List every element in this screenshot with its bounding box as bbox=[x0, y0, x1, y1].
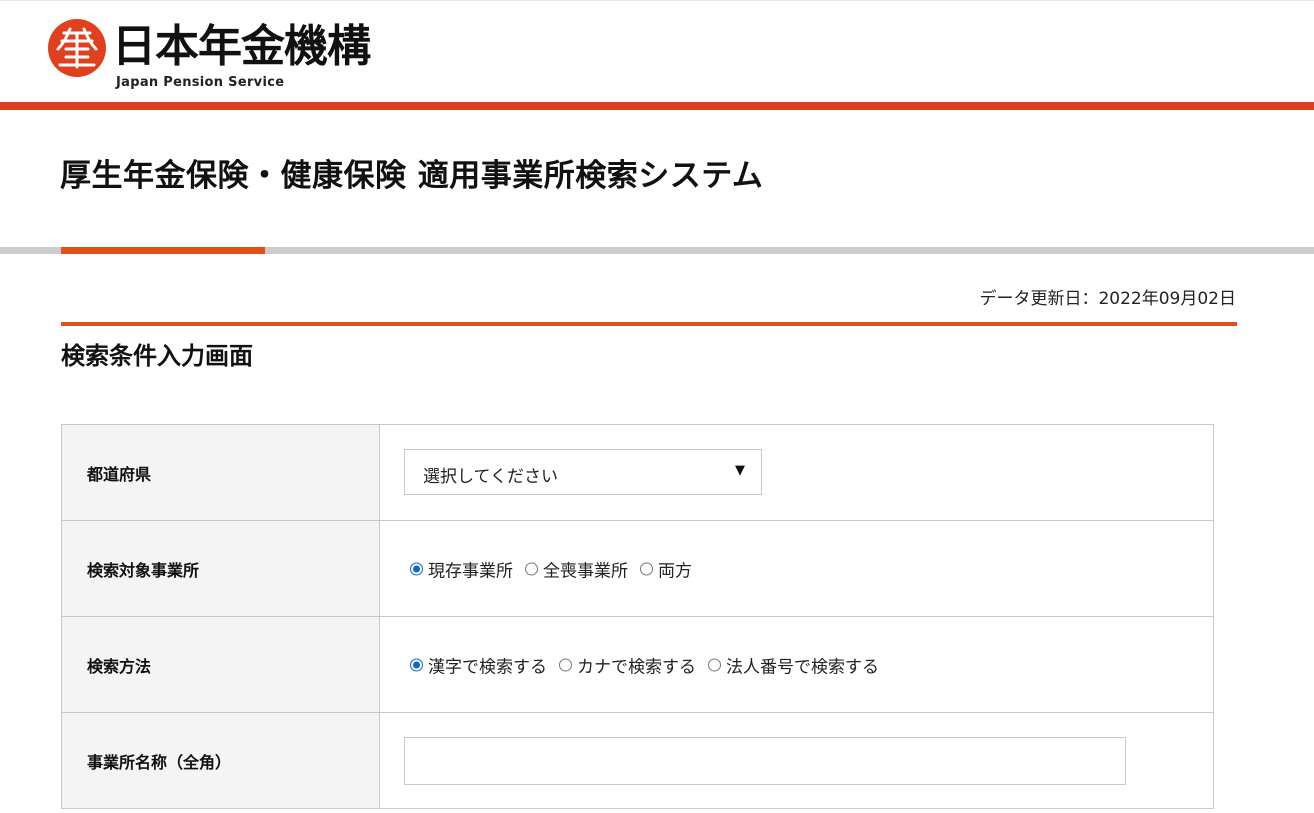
office-name-field-cell bbox=[380, 713, 1213, 808]
radio-button[interactable] bbox=[559, 658, 572, 671]
prefecture-label-cell: 都道府県 bbox=[62, 425, 380, 520]
target-radio-group: 現存事業所 全喪事業所 両方 bbox=[410, 556, 704, 581]
method-radio-group: 漢字で検索する カナで検索する 法人番号で検索する bbox=[410, 652, 891, 677]
prefecture-label: 都道府県 bbox=[87, 464, 152, 484]
method-field-cell: 漢字で検索する カナで検索する 法人番号で検索する bbox=[380, 617, 1213, 712]
office-name-input[interactable] bbox=[404, 737, 1126, 785]
data-update-date: データ更新日：2022年09月02日 bbox=[979, 289, 1236, 309]
radio-target-closed[interactable]: 全喪事業所 bbox=[525, 556, 628, 581]
prefecture-select-value: 選択してください bbox=[423, 467, 558, 487]
section-divider bbox=[61, 322, 1237, 326]
office-name-label: 事業所名称（全角） bbox=[87, 752, 232, 772]
office-name-label-cell: 事業所名称（全角） bbox=[62, 713, 380, 808]
radio-label: 現存事業所 bbox=[428, 561, 513, 581]
radio-label: 全喪事業所 bbox=[543, 561, 628, 581]
title-divider-accent bbox=[61, 247, 265, 254]
pension-logo-icon bbox=[48, 19, 106, 77]
radio-button-checked[interactable] bbox=[410, 562, 423, 575]
method-label-cell: 検索方法 bbox=[62, 617, 380, 712]
form-row-method: 検索方法 漢字で検索する カナで検索する 法人番号で検索する bbox=[62, 617, 1213, 713]
radio-label: 漢字で検索する bbox=[428, 657, 547, 677]
form-row-office-name: 事業所名称（全角） bbox=[62, 713, 1213, 809]
site-logo[interactable]: 日本年金機構 Japan Pension Service bbox=[48, 17, 388, 93]
site-header: 日本年金機構 Japan Pension Service bbox=[0, 0, 1314, 110]
org-name-en: Japan Pension Service bbox=[116, 75, 285, 90]
radio-method-kanji[interactable]: 漢字で検索する bbox=[410, 652, 547, 677]
prefecture-select[interactable]: 選択してください ▼ bbox=[404, 449, 762, 495]
radio-method-kana[interactable]: カナで検索する bbox=[559, 652, 696, 677]
radio-button[interactable] bbox=[708, 658, 721, 671]
target-label: 検索対象事業所 bbox=[87, 560, 200, 580]
radio-label: 法人番号で検索する bbox=[726, 657, 879, 677]
prefecture-field-cell: 選択してください ▼ bbox=[380, 425, 1213, 520]
method-label: 検索方法 bbox=[87, 656, 152, 676]
form-row-target: 検索対象事業所 現存事業所 全喪事業所 両方 bbox=[62, 521, 1213, 617]
dropdown-arrow-icon: ▼ bbox=[735, 463, 745, 478]
org-name: 日本年金機構 bbox=[112, 21, 371, 72]
target-field-cell: 現存事業所 全喪事業所 両方 bbox=[380, 521, 1213, 616]
radio-button[interactable] bbox=[640, 562, 653, 575]
target-label-cell: 検索対象事業所 bbox=[62, 521, 380, 616]
radio-method-corporate-number[interactable]: 法人番号で検索する bbox=[708, 652, 879, 677]
header-rule bbox=[0, 102, 1314, 110]
radio-button-checked[interactable] bbox=[410, 658, 423, 671]
section-title: 検索条件入力画面 bbox=[61, 342, 253, 370]
radio-button[interactable] bbox=[525, 562, 538, 575]
radio-label: カナで検索する bbox=[577, 657, 696, 677]
page-title: 厚生年金保険・健康保険 適用事業所検索システム bbox=[60, 158, 764, 194]
search-form: 都道府県 選択してください ▼ 検索対象事業所 現存事業所 全喪事業所 両方 検… bbox=[61, 424, 1214, 809]
radio-target-current[interactable]: 現存事業所 bbox=[410, 556, 513, 581]
radio-target-both[interactable]: 両方 bbox=[640, 556, 692, 581]
radio-label: 両方 bbox=[658, 561, 692, 581]
form-row-prefecture: 都道府県 選択してください ▼ bbox=[62, 425, 1213, 521]
